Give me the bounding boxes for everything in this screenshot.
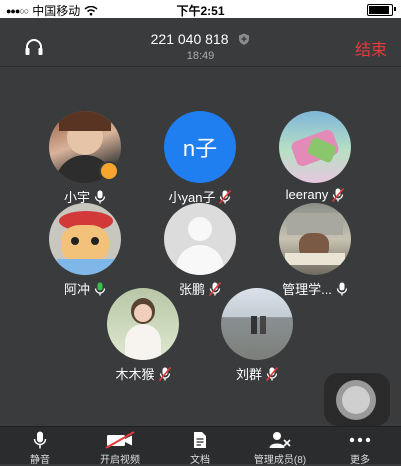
avatar: n子 xyxy=(164,111,236,183)
meeting-title: 221 040 818 xyxy=(0,30,401,47)
microphone-icon xyxy=(94,190,106,203)
avatar xyxy=(221,288,293,360)
member-tile[interactable]: 木木猴 xyxy=(83,288,203,383)
microphone-muted-icon xyxy=(219,189,232,204)
member-tile[interactable]: leerany xyxy=(255,111,375,202)
tab-docs[interactable]: 文档 xyxy=(160,431,240,466)
member-name: 木木猴 xyxy=(115,367,155,382)
host-badge xyxy=(99,161,119,181)
tab-manage-members[interactable]: 管理成员(8) xyxy=(240,431,320,466)
member-name: leerany xyxy=(285,187,329,202)
more-dots-icon xyxy=(349,437,371,443)
bottom-toolbar: 静音 开启视频 文档 管理成员(8) 更多 xyxy=(0,426,401,466)
member-tile[interactable]: 管理学... xyxy=(255,203,375,298)
microphone-muted-icon xyxy=(266,366,278,381)
member-name: 刘群 xyxy=(235,367,262,382)
document-icon xyxy=(194,432,206,448)
member-tile[interactable]: 阿冲 xyxy=(25,203,145,298)
video-off-icon xyxy=(105,431,135,449)
avatar xyxy=(164,203,236,275)
tab-label: 更多 xyxy=(350,455,370,466)
avatar xyxy=(279,111,351,183)
avatar xyxy=(279,203,351,275)
meeting-duration: 18:49 xyxy=(186,50,215,62)
member-name-row: 木木猴 xyxy=(83,364,203,383)
assistive-touch-button[interactable] xyxy=(324,373,390,426)
tab-more[interactable]: 更多 xyxy=(320,431,400,466)
tab-label: 文档 xyxy=(190,455,210,466)
tab-label: 静音 xyxy=(30,455,50,466)
microphone-muted-icon xyxy=(332,187,345,202)
avatar xyxy=(49,203,121,275)
microphone-icon xyxy=(33,431,47,449)
microphone-muted-icon xyxy=(158,366,171,381)
member-name-row: 刘群 xyxy=(197,364,317,383)
meeting-id: 221 040 818 xyxy=(150,31,229,48)
avatar xyxy=(107,288,179,360)
tab-label: 开启视频 xyxy=(100,455,140,466)
members-icon xyxy=(269,432,291,448)
member-tile[interactable]: 小宇 xyxy=(25,111,145,206)
microphone-icon xyxy=(336,282,348,295)
member-name-row: leerany xyxy=(255,187,375,202)
end-meeting-button[interactable]: 结束 xyxy=(355,36,387,60)
member-tile[interactable]: 刘群 xyxy=(197,288,317,383)
status-bar: ●●●○○ 中国移动 下午2:51 xyxy=(0,0,401,18)
tab-label: 管理成员(8) xyxy=(253,455,307,466)
status-time: 下午2:51 xyxy=(176,4,225,18)
avatar-text: n子 xyxy=(182,136,218,161)
tab-video[interactable]: 开启视频 xyxy=(80,431,160,466)
shield-icon xyxy=(239,33,250,46)
header-divider xyxy=(0,66,401,67)
member-tile[interactable]: 张鹏 xyxy=(140,203,260,298)
meeting-header: 221 040 818 18:49 结束 xyxy=(0,18,401,66)
battery-icon xyxy=(367,4,393,16)
member-tile[interactable]: n子 小yan子 xyxy=(140,111,260,206)
tab-mute[interactable]: 静音 xyxy=(0,431,80,466)
